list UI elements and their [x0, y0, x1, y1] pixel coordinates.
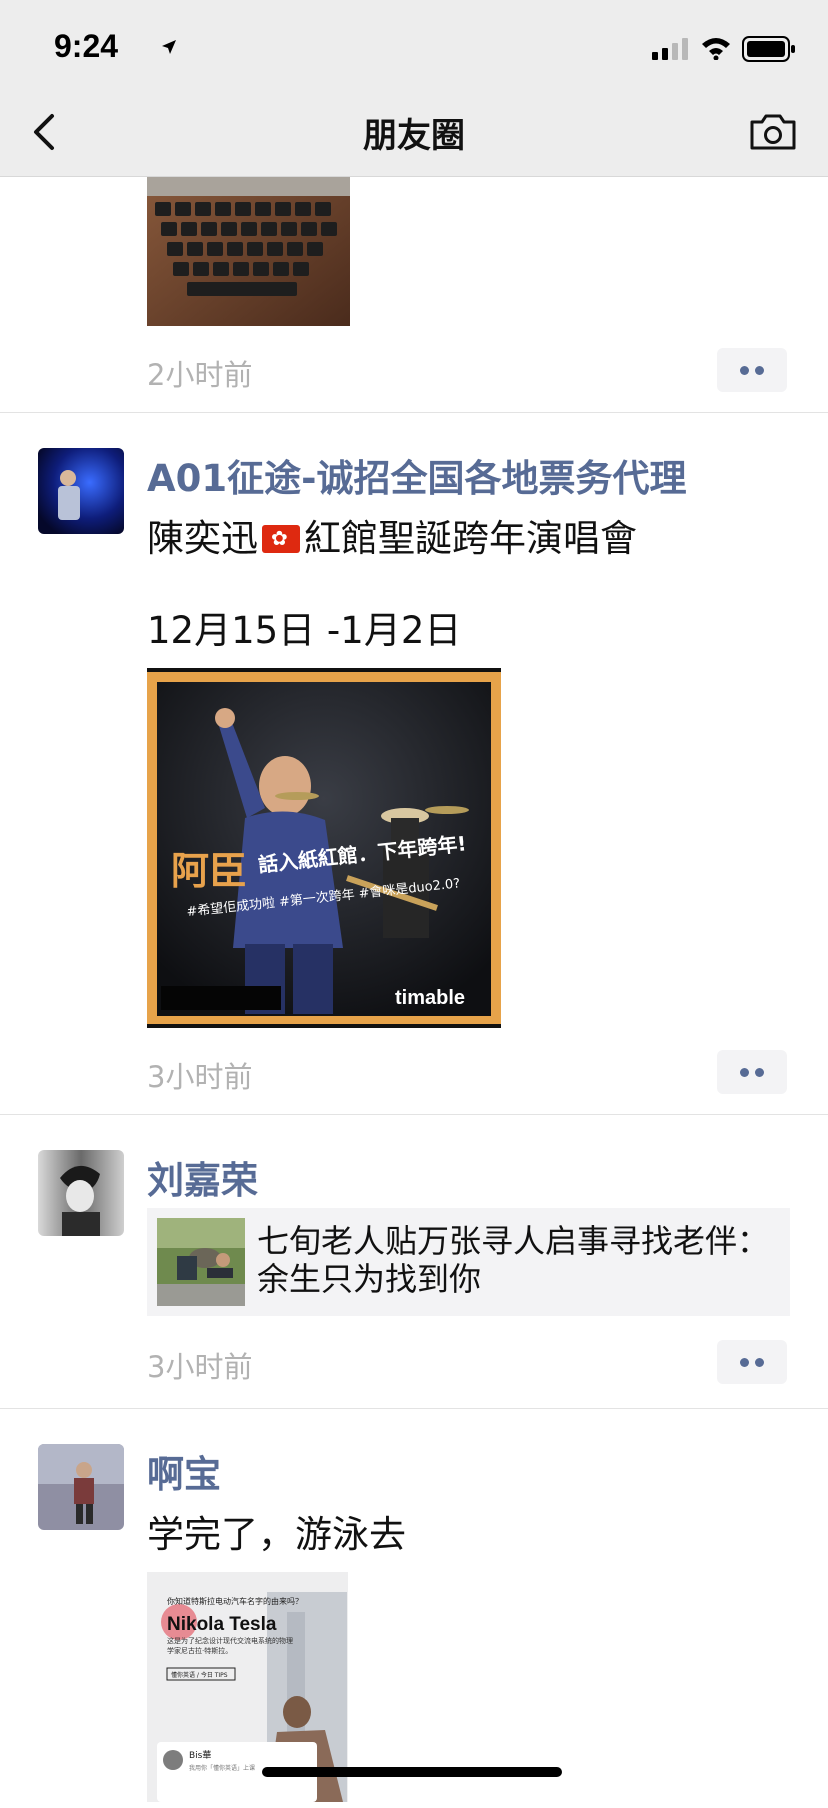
home-indicator[interactable] — [262, 1767, 562, 1777]
card-sub: 我用你「懂你英语」上课 — [189, 1764, 255, 1772]
post-text-part: 紅館聖誕跨年演唱會 — [304, 517, 637, 560]
feed-post: A01征途-诚招全国各地票务代理 陳奕迅 紅館聖誕跨年演唱會 12月15日 -1月… — [0, 412, 828, 1115]
tesla-description: 这是为了纪念设计现代交流电系统的物理学家尼古拉·特斯拉。 — [167, 1637, 293, 1655]
overlay-main-text: 阿臣 — [171, 849, 247, 893]
status-time: 9:24 — [54, 28, 119, 64]
post-timestamp: 2小时前 — [147, 358, 253, 392]
feed-post: 啊宝 学完了，游泳去 你知道特斯拉电动汽车名字的由来吗？ Nikola Tesl… — [0, 1408, 828, 1808]
location-arrow-icon — [162, 40, 176, 54]
nav-bar: 9:24 朋友圈 — [0, 0, 828, 177]
post-image-concert[interactable]: 阿臣 話入紙紅館．下年跨年! #希望佢成功啦 #第一次跨年 #會咪是duo2.0… — [147, 668, 501, 1028]
avatar[interactable] — [38, 1150, 124, 1236]
camera-icon[interactable] — [748, 110, 798, 154]
post-timestamp: 3小时前 — [147, 1060, 253, 1094]
tesla-question: 你知道特斯拉电动汽车名字的由来吗？ — [167, 1596, 303, 1606]
feed-post: 刘嘉荣 七旬老人贴万张寻人启事寻找老伴： 余生只为找到你 3小时前 — [0, 1114, 828, 1409]
post-more-button[interactable] — [717, 348, 787, 392]
post-more-button[interactable] — [717, 1340, 787, 1384]
hk-flag-icon — [262, 525, 300, 553]
link-thumbnail — [157, 1218, 245, 1306]
watermark-text: timable — [395, 987, 465, 1009]
post-text-line: 陳奕迅 紅館聖誕跨年演唱會 — [147, 508, 637, 562]
post-text-line: 12月15日 -1月2日 — [147, 609, 462, 652]
post-author-name[interactable]: 啊宝 — [147, 1444, 221, 1498]
battery-icon — [742, 36, 795, 62]
avatar[interactable] — [38, 448, 124, 534]
post-author-name[interactable]: A01征途-诚招全国各地票务代理 — [147, 448, 686, 502]
card-name: Bis華 — [189, 1749, 211, 1761]
page-title: 朋友圈 — [363, 116, 465, 156]
tesla-heading: Nikola Tesla — [167, 1614, 277, 1635]
tesla-tag: 懂你英语 / 今日 TIPS — [171, 1671, 228, 1679]
cellular-signal-icon — [652, 38, 688, 60]
post-text: 学完了，游泳去 — [147, 1513, 406, 1556]
post-timestamp: 3小时前 — [147, 1350, 253, 1384]
post-text-part: 陳奕迅 — [147, 517, 258, 560]
avatar[interactable] — [38, 1444, 124, 1530]
shared-link-card[interactable]: 七旬老人贴万张寻人启事寻找老伴： 余生只为找到你 — [147, 1208, 790, 1316]
post-author-name[interactable]: 刘嘉荣 — [147, 1150, 258, 1204]
post-image-laptop[interactable] — [147, 170, 350, 326]
post-more-button[interactable] — [717, 1050, 787, 1094]
link-title: 七旬老人贴万张寻人启事寻找老伴： 余生只为找到你 — [257, 1222, 770, 1298]
wifi-icon — [702, 38, 730, 60]
